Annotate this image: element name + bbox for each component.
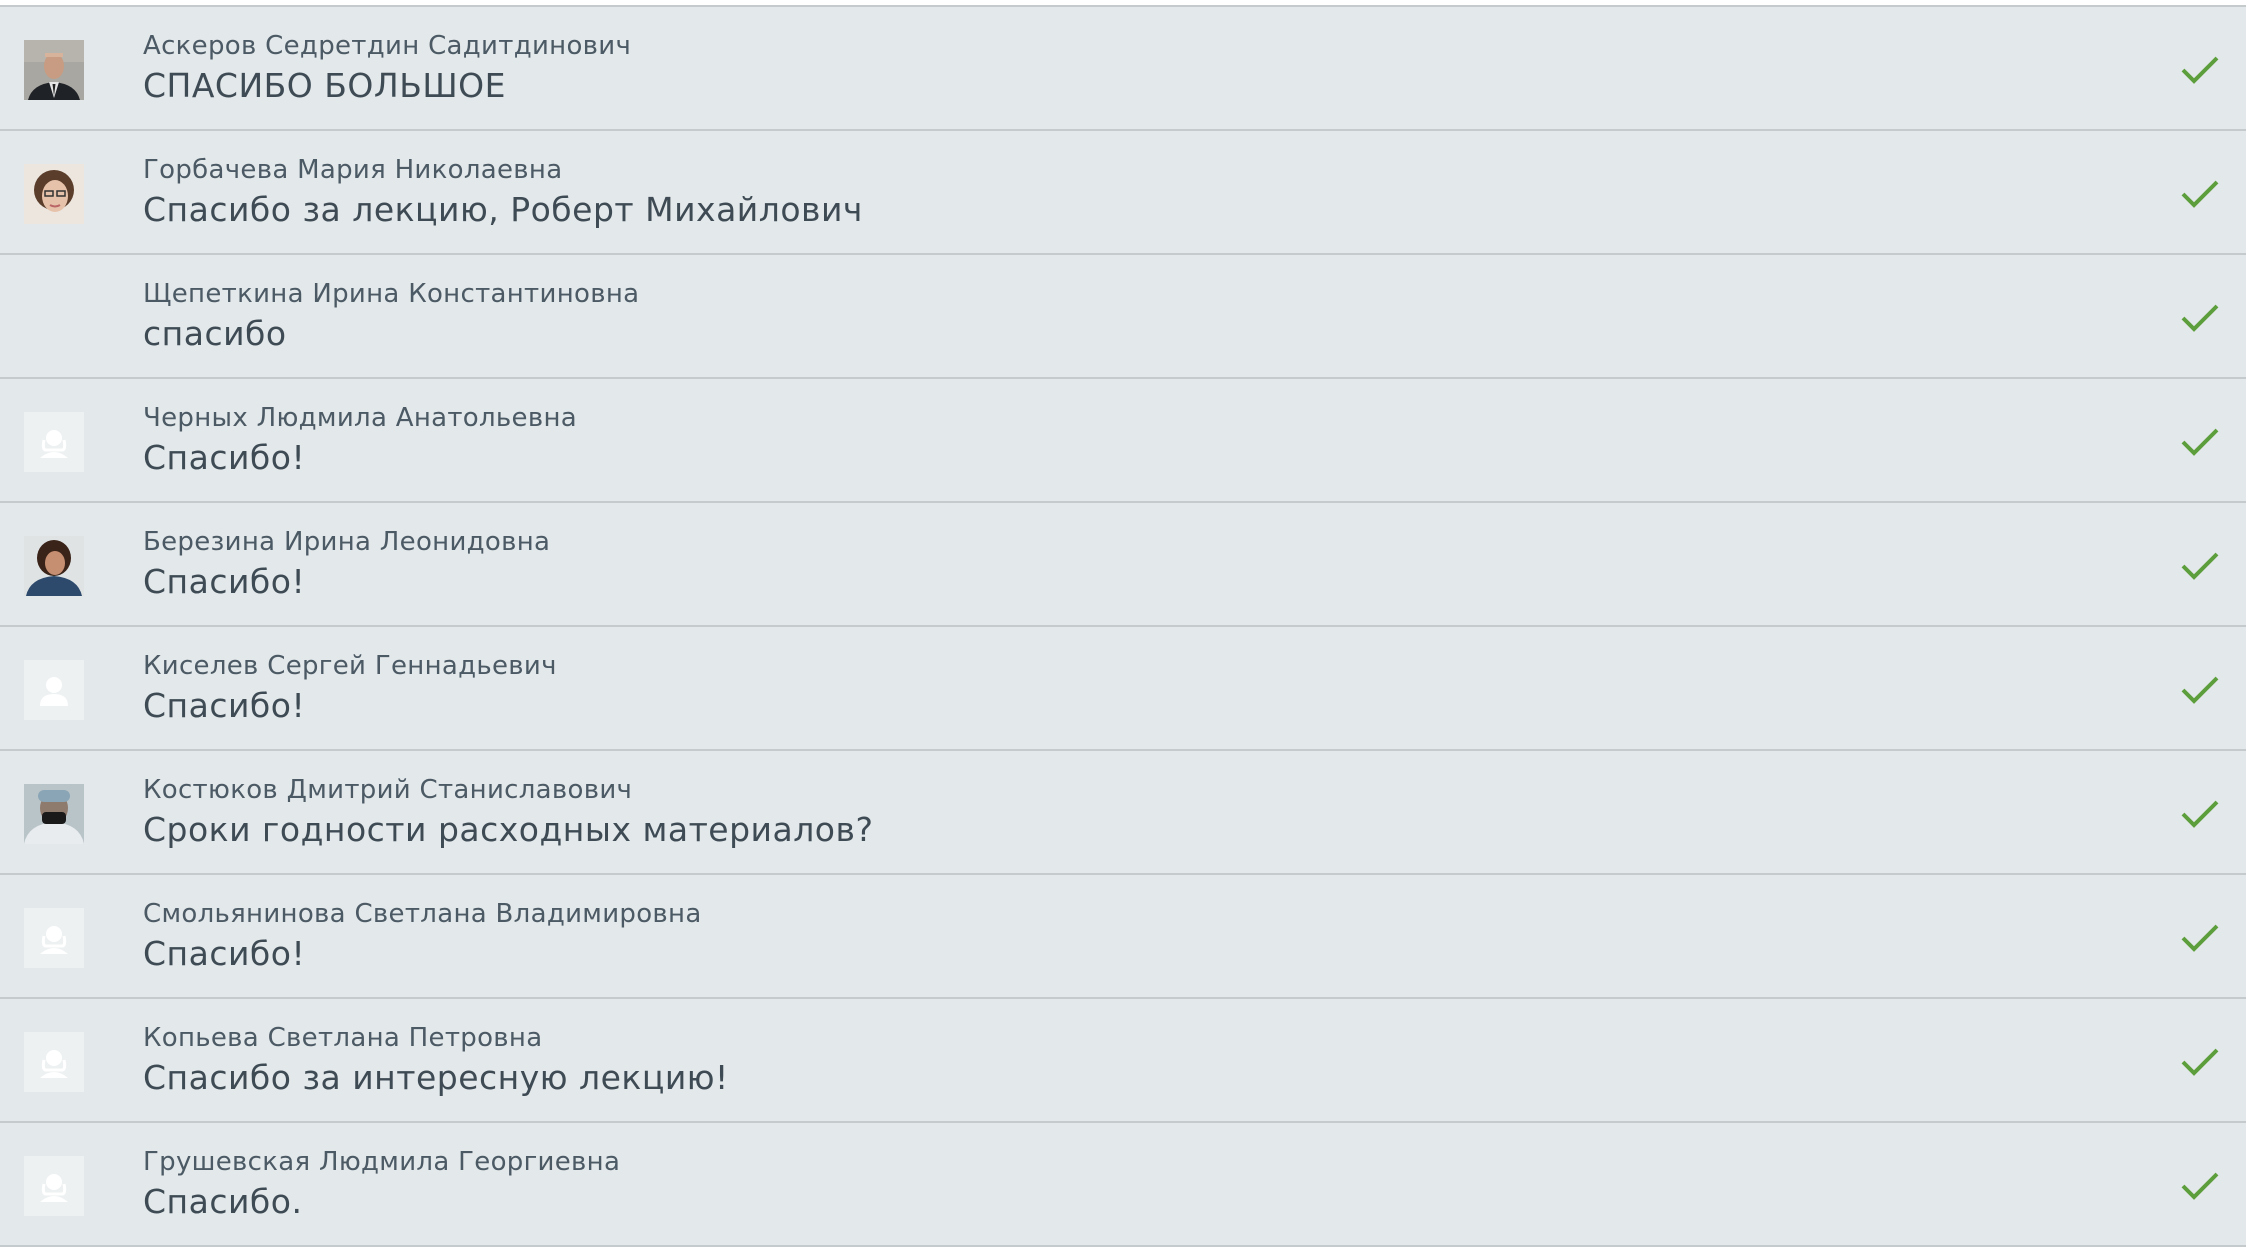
male-user-placeholder-icon (24, 660, 84, 720)
message-text: Спасибо за лекцию, Роберт Михайлович (143, 190, 863, 229)
read-check-icon (2181, 676, 2219, 704)
message-row[interactable]: Смольянинова Светлана Владимировна Спаси… (0, 875, 2246, 999)
read-check-icon (2181, 1172, 2219, 1200)
message-row[interactable]: Аскеров Седретдин Садитдинович СПАСИБО Б… (0, 7, 2246, 131)
message-text: Спасибо! (143, 562, 306, 601)
message-text: Спасибо! (143, 438, 306, 477)
message-row[interactable]: Грушевская Людмила Георгиевна Спасибо. (0, 1123, 2246, 1247)
read-check-icon (2181, 552, 2219, 580)
avatar[interactable] (24, 536, 84, 596)
avatar[interactable] (24, 1032, 84, 1092)
message-row[interactable]: Щепеткина Ирина Константиновна спасибо (0, 255, 2246, 379)
read-check-icon (2181, 428, 2219, 456)
message-row[interactable]: Копьева Светлана Петровна Спасибо за инт… (0, 999, 2246, 1123)
read-check-icon (2181, 800, 2219, 828)
message-text: Спасибо! (143, 934, 306, 973)
sender-name: Аскеров Седретдин Садитдинович (143, 31, 632, 61)
message-text: Спасибо. (143, 1182, 303, 1221)
message-row[interactable]: Черных Людмила Анатольевна Спасибо! (0, 379, 2246, 503)
sender-name: Смольянинова Светлана Владимировна (143, 899, 702, 929)
message-row[interactable]: Костюков Дмитрий Станиславович Сроки год… (0, 751, 2246, 875)
read-check-icon (2181, 1048, 2219, 1076)
avatar[interactable] (24, 660, 84, 720)
read-check-icon (2181, 56, 2219, 84)
user-photo-icon (24, 40, 84, 100)
user-photo-icon (24, 536, 84, 596)
message-list: Аскеров Седретдин Садитдинович СПАСИБО Б… (0, 5, 2246, 1247)
read-check-icon (2181, 924, 2219, 952)
read-check-icon (2181, 180, 2219, 208)
user-photo-icon (24, 784, 84, 844)
sender-name: Черных Людмила Анатольевна (143, 403, 578, 433)
avatar[interactable] (24, 412, 84, 472)
female-user-placeholder-icon (24, 1156, 84, 1216)
avatar[interactable] (24, 1156, 84, 1216)
message-text: спасибо (143, 314, 287, 353)
avatar[interactable] (24, 164, 84, 224)
read-check-icon (2181, 304, 2219, 332)
sender-name: Горбачева Мария Николаевна (143, 155, 563, 185)
message-row[interactable]: Березина Ирина Леонидовна Спасибо! (0, 503, 2246, 627)
sender-name: Щепеткина Ирина Константиновна (143, 279, 640, 309)
message-text: СПАСИБО БОЛЬШОЕ (143, 66, 506, 105)
avatar[interactable] (24, 40, 84, 100)
message-text: Спасибо! (143, 686, 306, 725)
sender-name: Костюков Дмитрий Станиславович (143, 775, 633, 805)
sender-name: Березина Ирина Леонидовна (143, 527, 551, 557)
sender-name: Грушевская Людмила Георгиевна (143, 1147, 621, 1177)
female-user-placeholder-icon (24, 908, 84, 968)
female-user-placeholder-icon (24, 1032, 84, 1092)
female-user-placeholder-icon (24, 412, 84, 472)
message-row[interactable]: Горбачева Мария Николаевна Спасибо за ле… (0, 131, 2246, 255)
user-photo-icon (24, 164, 84, 224)
avatar[interactable] (24, 908, 84, 968)
sender-name: Киселев Сергей Геннадьевич (143, 651, 557, 681)
avatar[interactable] (24, 784, 84, 844)
message-text: Сроки годности расходных материалов? (143, 810, 874, 849)
message-text: Спасибо за интересную лекцию! (143, 1058, 729, 1097)
sender-name: Копьева Светлана Петровна (143, 1023, 543, 1053)
message-row[interactable]: Киселев Сергей Геннадьевич Спасибо! (0, 627, 2246, 751)
